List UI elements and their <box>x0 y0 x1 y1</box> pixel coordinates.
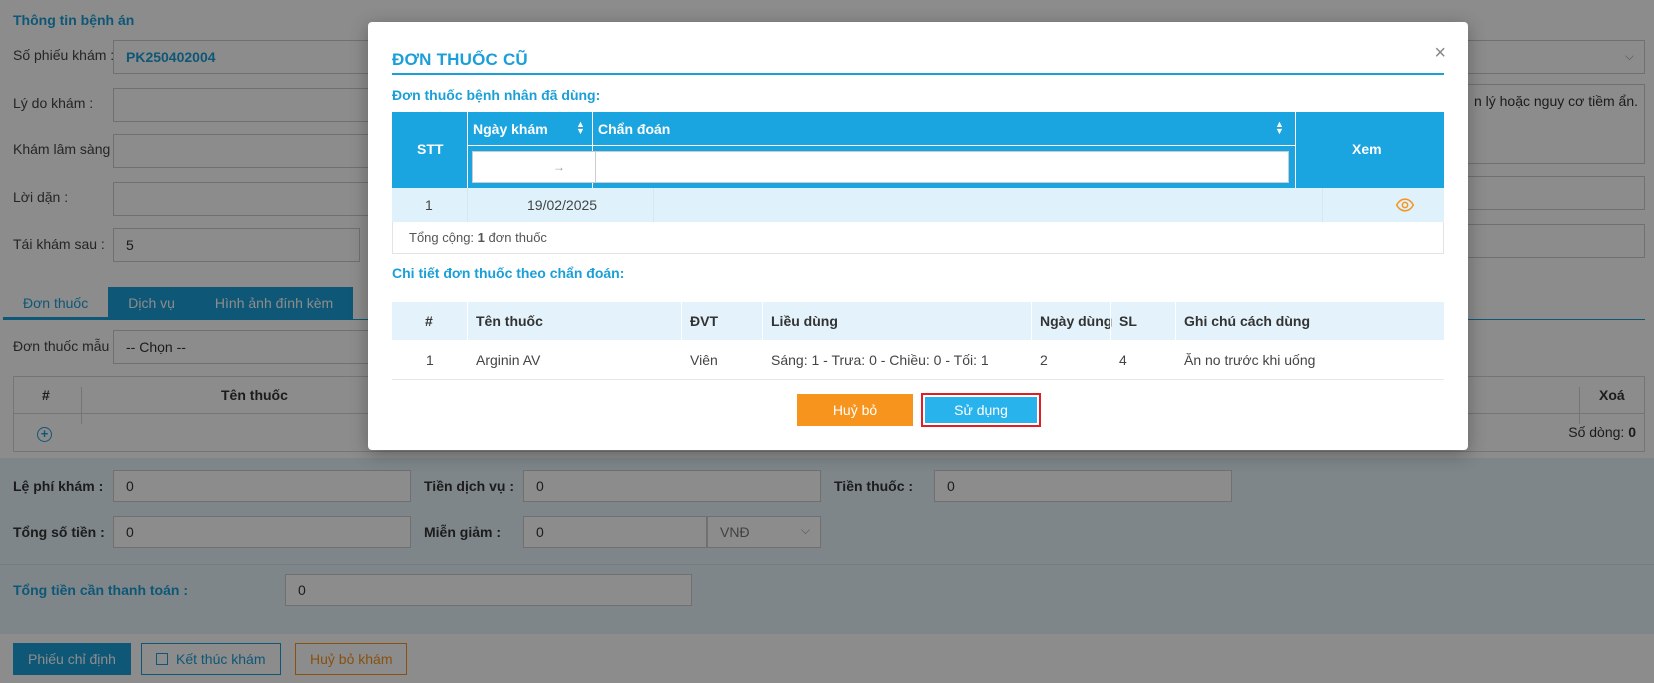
header-divider <box>467 145 1295 146</box>
detail-col-unit: ĐVT <box>690 313 718 329</box>
cancel-button[interactable]: Huỷ bỏ <box>797 394 913 426</box>
header-divider <box>467 302 468 340</box>
detail-row-qty: 4 <box>1119 352 1127 368</box>
detail-title: Chi tiết đơn thuốc theo chẩn đoán: <box>392 265 625 281</box>
history-row[interactable]: 1 19/02/2025 <box>392 188 1444 222</box>
header-divider <box>762 302 763 340</box>
col-view: Xem <box>1352 141 1382 157</box>
history-table-footer: Tổng cộng: 1 đơn thuốc <box>392 222 1444 254</box>
history-table-header: STT Ngày khám ▲ ▼ Chẩn đoán ▲ ▼ Xem → <box>392 112 1444 188</box>
detail-col-dose: Liều dùng <box>771 313 838 329</box>
use-button[interactable]: Sử dụng <box>921 393 1041 427</box>
history-title: Đơn thuốc bệnh nhân đã dùng: <box>392 87 601 103</box>
detail-col-qty: SL <box>1119 313 1137 329</box>
sort-icon[interactable]: ▲ ▼ <box>576 120 585 136</box>
row-divider <box>1322 188 1323 222</box>
col-stt: STT <box>417 141 444 157</box>
header-divider <box>1175 302 1176 340</box>
detail-col-index: # <box>425 313 433 329</box>
sort-icon[interactable]: ▲ ▼ <box>1275 120 1284 136</box>
detail-row-dose: Sáng: 1 - Trưa: 0 - Chiều: 0 - Tối: 1 <box>771 352 989 368</box>
detail-col-days: Ngày dùng <box>1040 313 1113 329</box>
close-icon[interactable]: × <box>1434 42 1446 65</box>
footer-suffix: đơn thuốc <box>488 230 547 245</box>
modal-title-divider <box>392 73 1444 75</box>
header-divider <box>1295 112 1296 188</box>
detail-col-name: Tên thuốc <box>476 313 543 329</box>
detail-row: 1 Arginin AV Viên Sáng: 1 - Trưa: 0 - Ch… <box>392 340 1444 380</box>
header-divider <box>1110 302 1111 340</box>
col-date[interactable]: Ngày khám <box>473 121 548 137</box>
col-diagnosis[interactable]: Chẩn đoán <box>598 121 670 137</box>
header-divider <box>1031 302 1032 340</box>
use-button-label: Sử dụng <box>925 397 1037 423</box>
detail-row-name: Arginin AV <box>476 352 541 368</box>
footer-count: 1 <box>477 230 485 245</box>
old-prescription-modal: ĐƠN THUỐC CŨ × Đơn thuốc bệnh nhân đã dù… <box>368 22 1468 450</box>
eye-icon[interactable] <box>1395 195 1415 215</box>
detail-row-unit: Viên <box>690 352 718 368</box>
history-row-date: 19/02/2025 <box>527 197 598 213</box>
modal-title: ĐƠN THUỐC CŨ <box>392 50 528 69</box>
date-range-arrow: → <box>553 160 565 174</box>
header-divider <box>681 302 682 340</box>
history-row-stt: 1 <box>425 197 433 213</box>
detail-row-days: 2 <box>1040 352 1048 368</box>
detail-table-header: # Tên thuốc ĐVT Liều dùng Ngày dùng SL G… <box>392 302 1444 340</box>
detail-row-note: Ăn no trước khi uống <box>1184 352 1316 368</box>
row-divider <box>653 188 654 222</box>
detail-col-note: Ghi chú cách dùng <box>1184 313 1311 329</box>
diagnosis-filter-input[interactable] <box>595 151 1289 183</box>
row-divider <box>467 188 468 222</box>
footer-prefix: Tổng cộng: <box>409 230 475 245</box>
detail-row-index: 1 <box>426 352 434 368</box>
header-divider <box>467 112 468 188</box>
